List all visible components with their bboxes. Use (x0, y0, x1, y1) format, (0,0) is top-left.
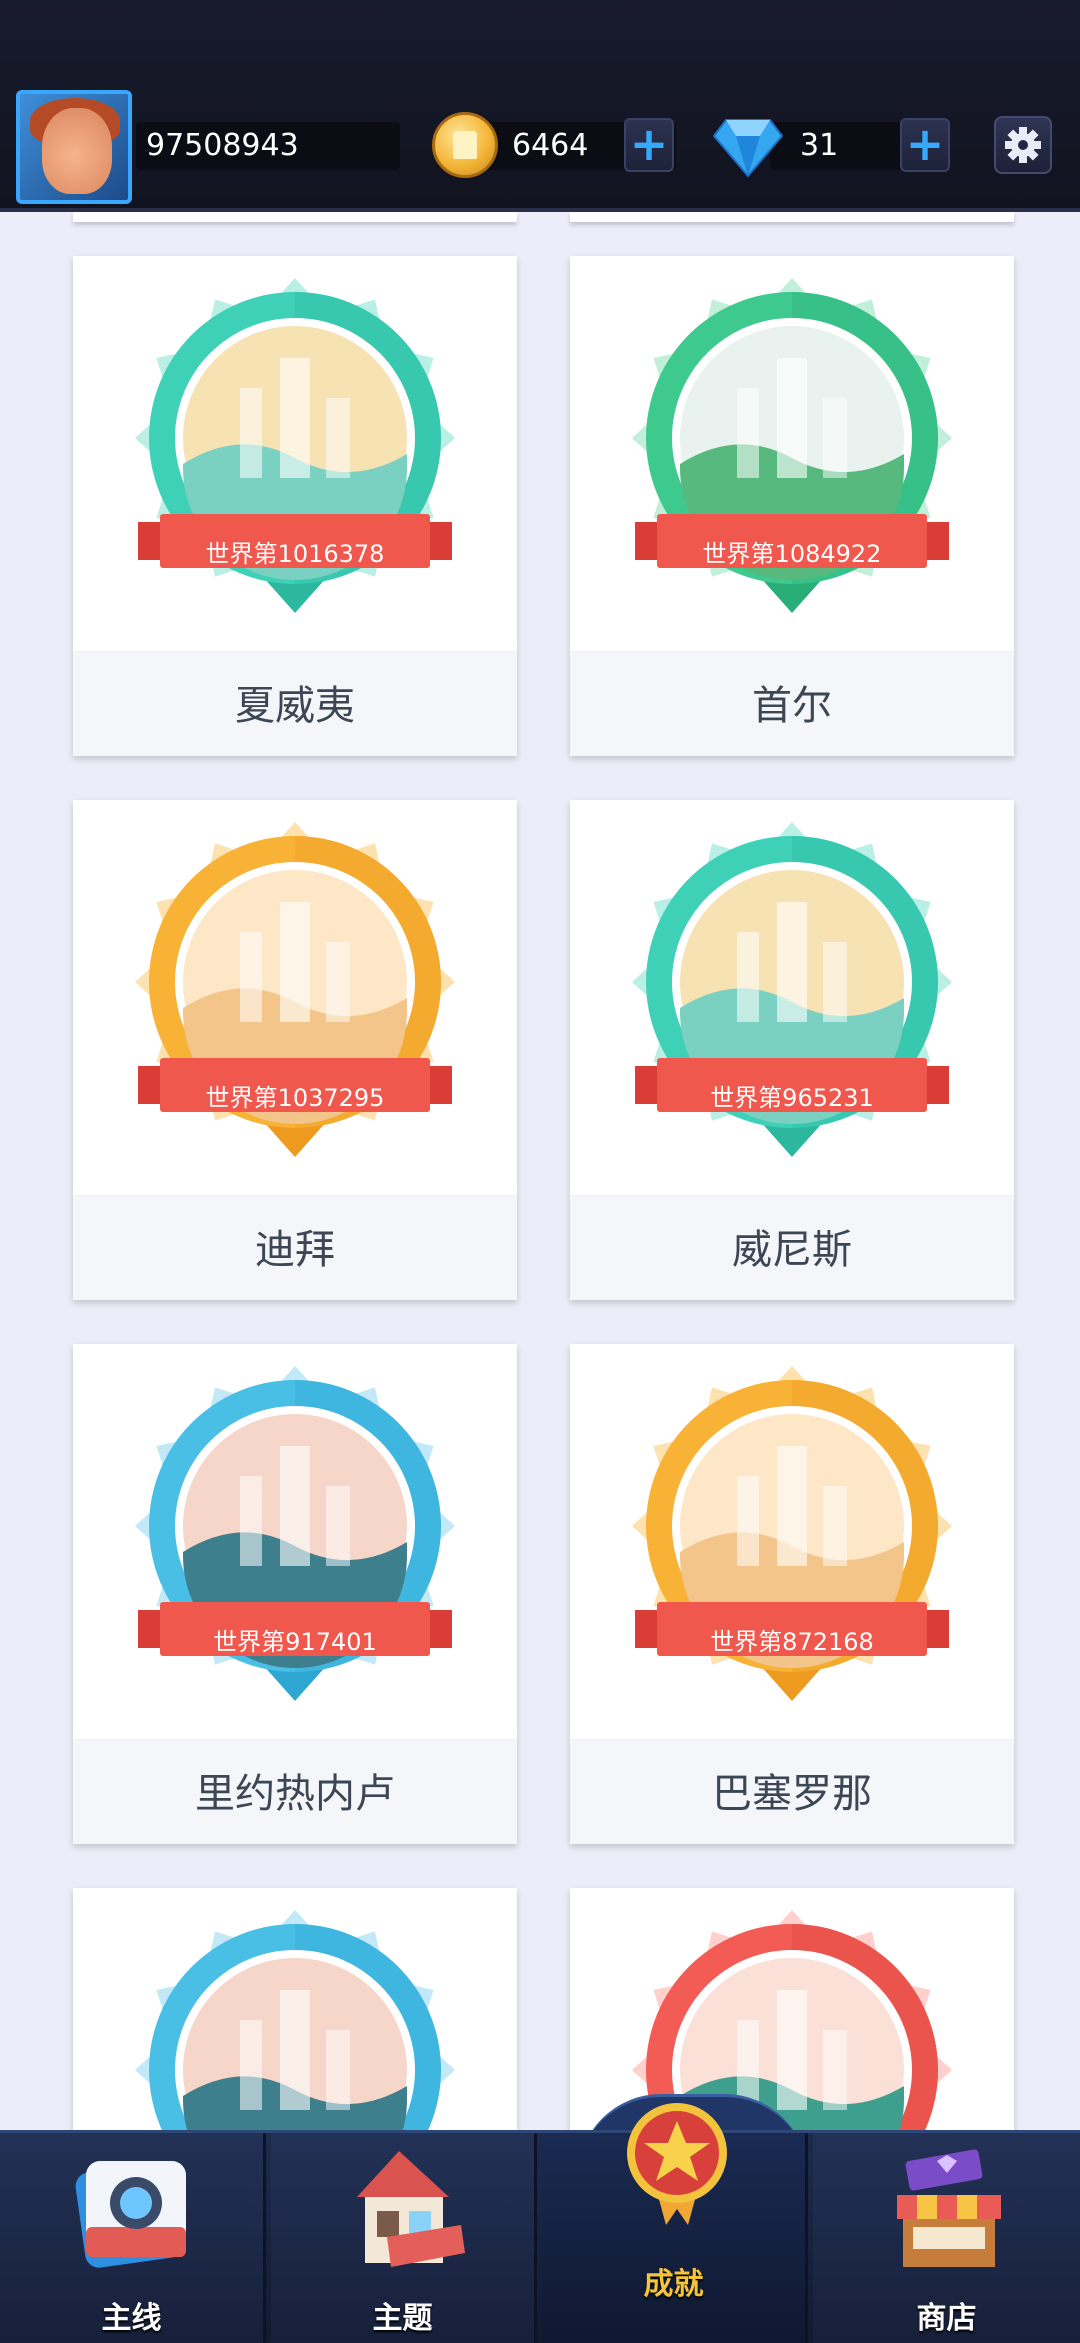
player-avatar[interactable] (16, 90, 132, 204)
world-rank-label: 世界第1084922 (702, 540, 882, 568)
city-name: 夏威夷 (73, 651, 517, 756)
previous-card-edge (570, 212, 1014, 222)
achievement-card[interactable]: 世界第917401 里约热内卢 (73, 1344, 517, 1844)
achievement-card[interactable]: 世界第872168 巴塞罗那 (570, 1344, 1014, 1844)
world-rank-label: 世界第1037295 (205, 1084, 385, 1112)
world-rank-label: 世界第872168 (710, 1628, 874, 1656)
achievement-card[interactable]: 世界第1084922 首尔 (570, 256, 1014, 756)
bottom-nav: 主线 主题 成就 商店 (0, 2103, 1080, 2343)
gem-count-value: 31 (800, 128, 839, 163)
achievement-card[interactable]: 世界第1016378 夏威夷 (73, 256, 517, 756)
city-badge-icon (135, 278, 455, 613)
achievement-card[interactable]: 世界第1037295 迪拜 (73, 800, 517, 1300)
world-rank-label: 世界第965231 (710, 1084, 874, 1112)
house-icon (357, 2151, 465, 2267)
city-badge-icon (135, 1366, 455, 1701)
city-badge-icon (135, 822, 455, 1157)
world-rank-label: 世界第917401 (213, 1628, 377, 1656)
tab-main-label: 主线 (101, 2301, 162, 2336)
city-badge-icon (632, 278, 952, 613)
add-gems-button[interactable]: + (900, 118, 950, 172)
achievement-card[interactable]: 世界第965231 威尼斯 (570, 800, 1014, 1300)
achievement-grid: 世界第1016378 夏威夷 世界第1084922 首尔 世界第1037295 迪拜 世界第… (0, 212, 1080, 2130)
world-rank-label: 世界第1016378 (205, 540, 385, 568)
city-name: 威尼斯 (570, 1195, 1014, 1300)
tab-achievements-label: 成就 (643, 2267, 704, 2302)
tab-themes-label: 主题 (372, 2301, 433, 2336)
add-coins-button[interactable]: + (624, 118, 674, 172)
shop-icon (897, 2149, 1001, 2267)
settings-button[interactable] (994, 116, 1052, 174)
medal-star-icon (627, 2103, 727, 2225)
city-badge-icon (632, 1366, 952, 1701)
city-name: 巴塞罗那 (570, 1739, 1014, 1844)
achievement-card[interactable] (73, 1888, 517, 2130)
city-name: 里约热内卢 (73, 1739, 517, 1844)
top-status-bar: 97508943 6464 + 31 + (0, 0, 1080, 212)
tab-main[interactable]: 主线 (0, 2133, 266, 2343)
city-name: 迪拜 (73, 1195, 517, 1300)
player-id: 97508943 (136, 122, 400, 170)
tab-themes[interactable]: 主题 (271, 2133, 537, 2343)
coin-count-value: 6464 (512, 128, 589, 163)
achievement-card[interactable] (570, 1888, 1014, 2130)
city-name: 首尔 (570, 651, 1014, 756)
camera-icon (75, 2161, 186, 2268)
tab-shop-label: 商店 (916, 2301, 977, 2336)
coin-icon (432, 112, 498, 178)
gear-icon (1005, 127, 1041, 163)
tab-shop[interactable]: 商店 (813, 2133, 1080, 2343)
city-badge-icon (632, 822, 952, 1157)
previous-card-edge (73, 212, 517, 222)
city-badge-icon (135, 1910, 455, 2130)
tab-achievements[interactable]: 成就 (542, 2103, 808, 2343)
diamond-icon (712, 119, 784, 178)
